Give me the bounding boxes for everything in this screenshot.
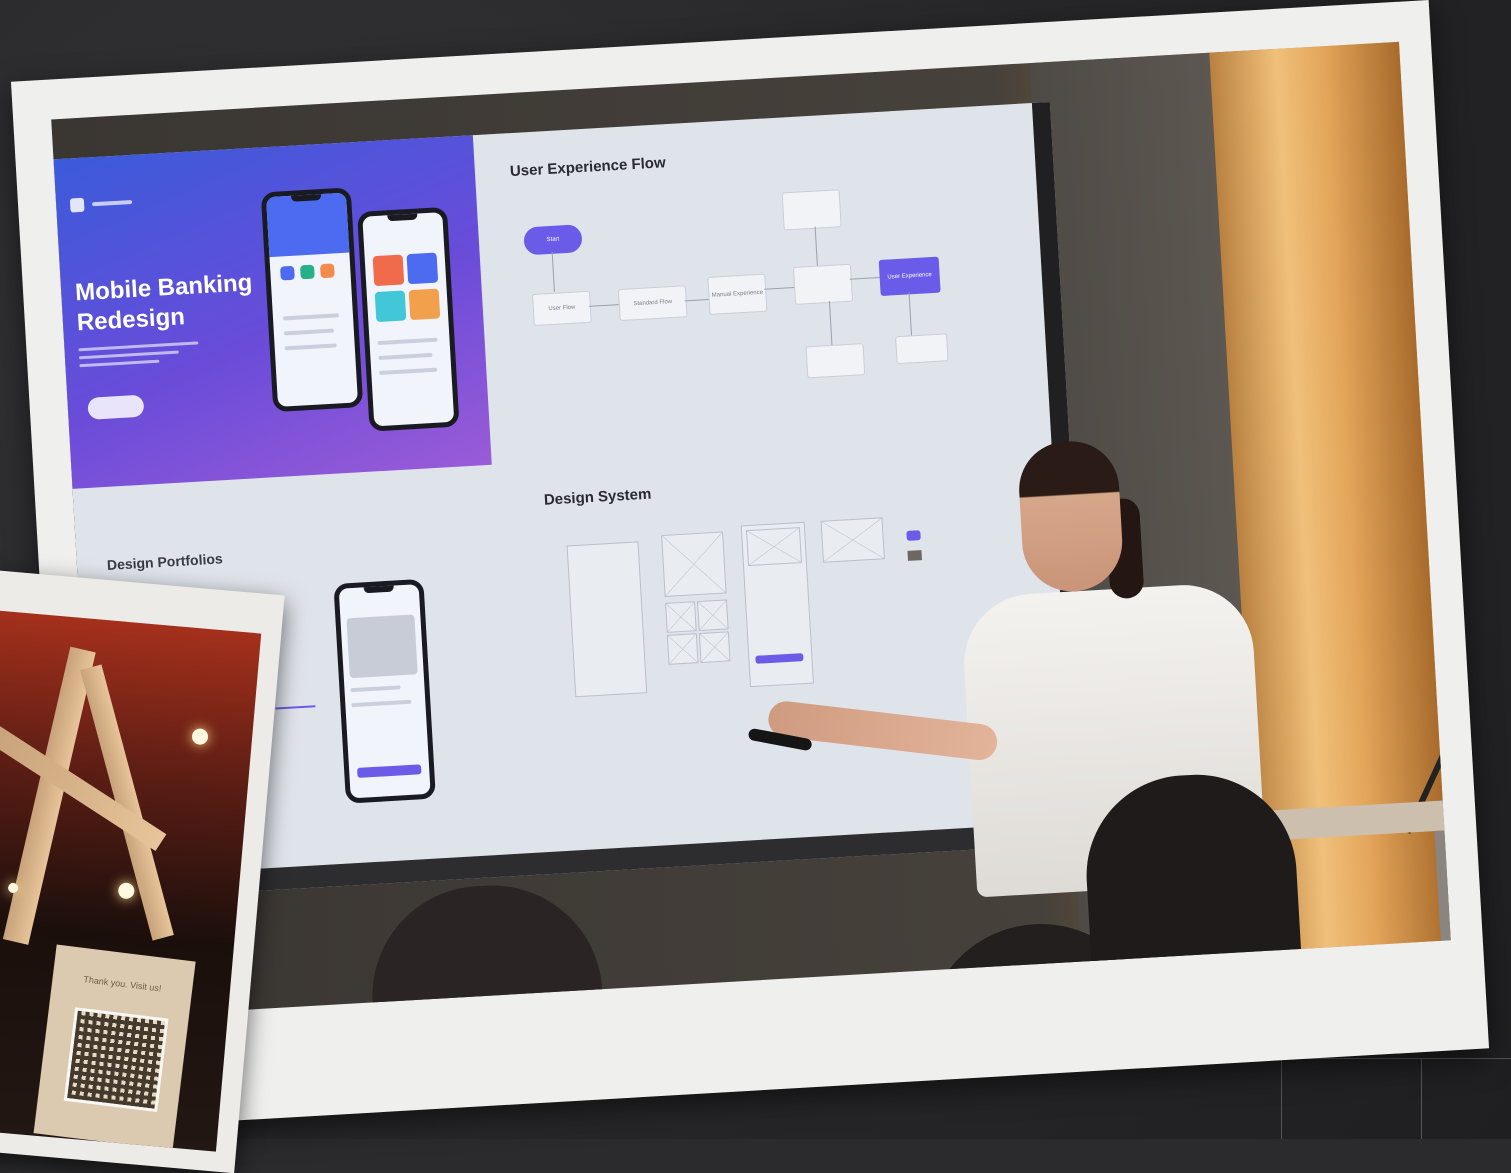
wooden-beam-3 (0, 725, 167, 851)
event-photo: Thank you. Visit us! (0, 608, 262, 1152)
flow-node-bottom (805, 343, 866, 379)
light-bulb (117, 882, 135, 900)
hero-title: Mobile Banking Redesign (74, 267, 277, 338)
ds-color-swatch-dark (907, 550, 923, 561)
ds-thumb-4 (698, 631, 731, 664)
portfolio-phone-2 (333, 578, 436, 804)
hero-subtitle (78, 341, 209, 372)
ds-thumb-3 (666, 633, 699, 665)
flow-node-start: Start (523, 224, 583, 256)
ds-thumb-1 (665, 601, 697, 633)
flow-node-user-experience: User Experience (878, 256, 941, 297)
flow-node-manual-experience: Manual Experience (707, 273, 768, 315)
ds-thumb-2 (696, 599, 729, 632)
qr-card: Thank you. Visit us! (33, 944, 196, 1151)
flow-node-user-flow: User Flow (532, 290, 592, 327)
qr-card-text: Thank you. Visit us! (82, 974, 162, 994)
flow-node-standard-flow: Standard Flow (617, 285, 688, 322)
qr-code (63, 1007, 169, 1113)
design-system-title: Design System (543, 485, 652, 509)
flow-title: User Experience Flow (509, 154, 667, 181)
logo-icon (69, 197, 85, 213)
ds-phone-frame (740, 521, 814, 688)
flow-node-process (792, 263, 854, 305)
flow-node-bottom-right (895, 333, 949, 365)
presentation-photo: Mobile Banking Redesign User Experience … (51, 41, 1451, 1018)
ds-image-placeholder (661, 531, 727, 597)
slide-logo (69, 195, 133, 213)
phone-mockup-1 (260, 187, 364, 413)
slide-hero: Mobile Banking Redesign (53, 135, 492, 489)
portfolio-title: Design Portfolios (106, 550, 224, 574)
phone-mockup-2 (357, 206, 460, 432)
light-bulb (191, 727, 209, 746)
ds-sidebar-list (566, 541, 648, 698)
flow-node-top (781, 189, 842, 231)
small-polaroid-frame: Thank you. Visit us! (0, 566, 285, 1173)
hero-button (87, 394, 145, 420)
ds-color-swatch-purple (906, 530, 921, 541)
audience-head-1 (366, 879, 608, 1018)
ds-card-placeholder (820, 517, 885, 563)
presenter-head (1016, 438, 1125, 595)
background-grid (1281, 1058, 1511, 1139)
